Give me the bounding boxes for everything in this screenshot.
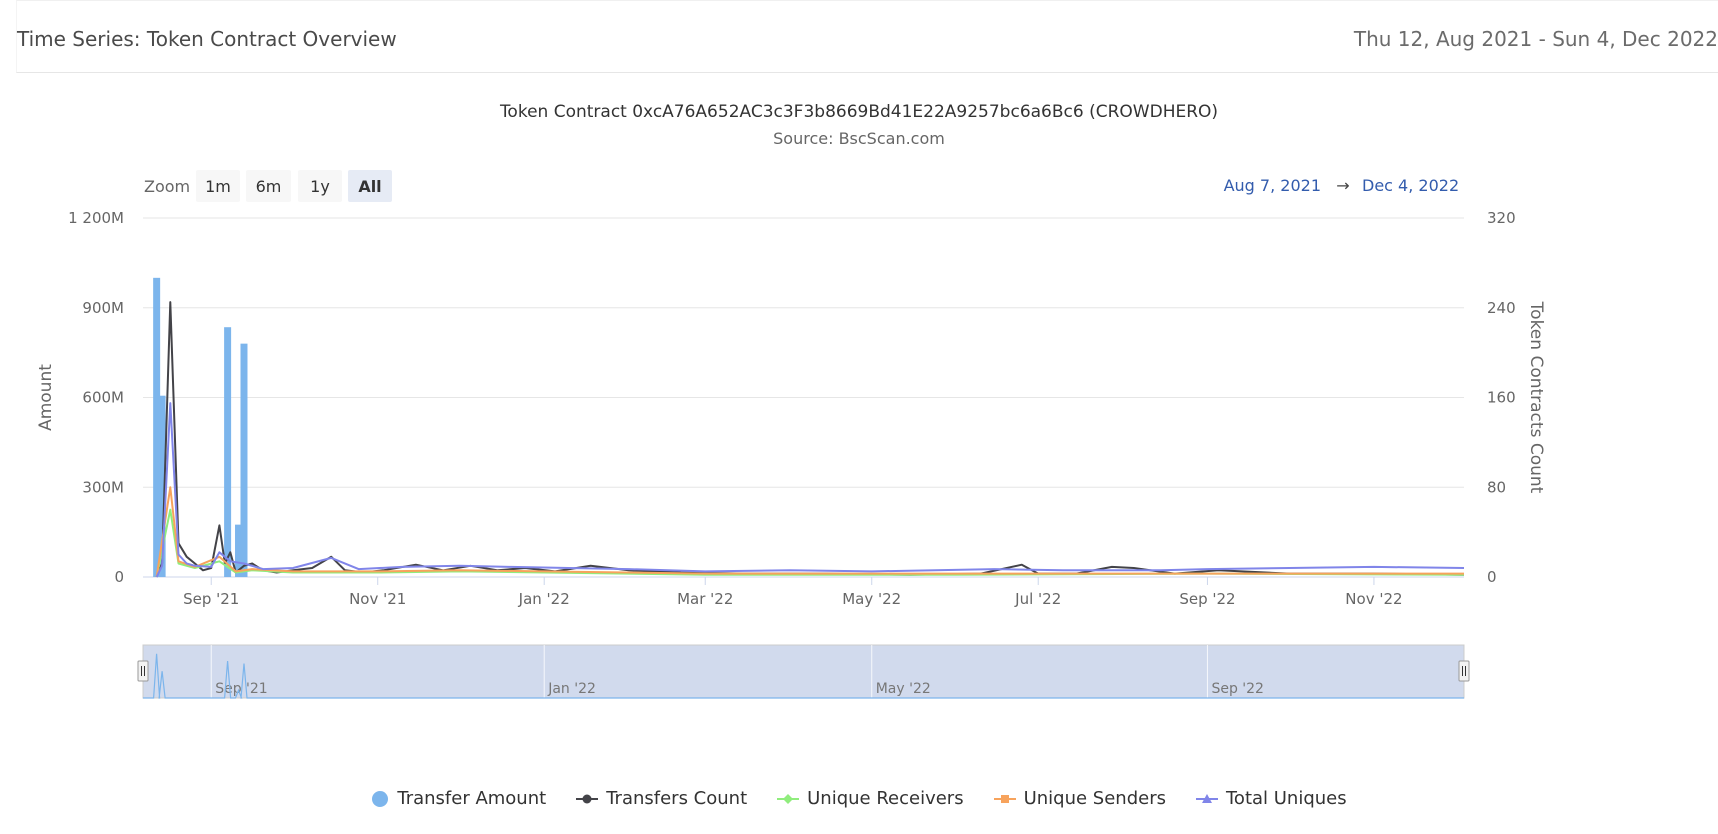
navigator-handle-left[interactable] [137,660,149,682]
legend-label: Transfers Count [606,788,748,809]
navigator-label: Jan '22 [547,681,596,697]
legend-marker-icon [372,790,389,807]
x-tick-label: Jul '22 [1014,590,1061,608]
zoom-button-1y[interactable]: 1y [298,170,342,202]
x-tick-label: Jan '22 [518,590,570,608]
card-header: Time Series: Token Contract Overview Thu… [16,0,1718,73]
legend-label: Unique Senders [1023,788,1166,809]
y-left-axis-title: Amount [36,364,56,431]
y-left-tick-label: 600M [82,389,124,407]
legend-item-transfer-amount[interactable]: Transfer Amount [371,788,546,809]
y-right-tick-label: 0 [1487,568,1497,586]
range-arrow-icon: → [1336,176,1349,195]
bar-transfer-amount [224,327,232,577]
series-line-unique-senders [155,486,1464,578]
series-line-total-uniques [155,402,1465,578]
handle-box[interactable] [137,660,149,682]
x-tick-label: May '22 [842,590,901,608]
navigator-mask[interactable] [142,644,1465,699]
x-tick-label: Nov '22 [1345,590,1402,608]
range-to-input[interactable]: Dec 4, 2022 [1362,176,1459,195]
legend-marker-icon [1196,793,1218,803]
x-tick-label: Sep '22 [1179,590,1235,608]
x-tick-label: Mar '22 [677,590,733,608]
y-left-tick-label: 900M [82,299,124,317]
legend-marker-icon [777,793,800,804]
y-left-tick-label: 0 [114,568,124,586]
zoom-button-All[interactable]: All [348,170,392,202]
zoom-button-label[interactable]: 6m [256,177,282,196]
legend-label: Total Uniques [1226,788,1347,809]
legend-item-total-uniques[interactable]: Total Uniques [1196,788,1347,809]
chart-legend: Transfer Amount Transfers Count Unique Rec… [0,788,1718,818]
navigator-handle-right[interactable] [1458,660,1470,682]
legend-marker-icon [576,794,599,803]
legend-marker-icon [993,794,1016,803]
zoom-button-6m[interactable]: 6m [246,170,291,202]
legend-label: Transfer Amount [397,788,547,809]
chart-title: Token Contract 0xcA76A652AC3c3F3b8669Bd4… [499,102,1218,122]
zoom-button-label[interactable]: All [358,177,381,196]
y-left-tick-label: 1 200M [68,209,124,227]
zoom-button-label[interactable]: 1m [205,177,231,196]
zoom-button-label[interactable]: 1y [310,177,330,196]
header-date-range: Thu 12, Aug 2021 - Sun 4, Dec 2022 [1353,27,1718,51]
y-left-tick-label: 300M [82,478,124,496]
zoom-button-1m[interactable]: 1m [196,170,240,202]
legend-item-unique-receivers[interactable]: Unique Receivers [777,788,964,809]
x-tick-label: Nov '21 [349,590,406,608]
y-right-tick-label: 320 [1487,209,1516,227]
bar-transfer-amount [240,343,248,577]
page-title: Time Series: Token Contract Overview [17,27,397,51]
series-line-transfers-count [155,301,1465,578]
y-right-tick-label: 80 [1487,478,1506,496]
zoom-label: Zoom [144,177,190,196]
y-right-axis-title: Token Contracts Count [1526,301,1546,494]
navigator-label: Sep '22 [1211,681,1264,697]
navigator-label: May '22 [876,681,931,697]
legend-item-transfers-count[interactable]: Transfers Count [576,788,747,809]
handle-box[interactable] [1458,660,1470,682]
range-from-input[interactable]: Aug 7, 2021 [1224,176,1321,195]
legend-item-unique-senders[interactable]: Unique Senders [993,788,1166,809]
chart-subtitle: Source: BscScan.com [773,129,945,148]
y-right-tick-label: 240 [1487,299,1516,317]
y-right-tick-label: 160 [1487,389,1516,407]
legend-label: Unique Receivers [807,788,964,809]
chart: Token Contract 0xcA76A652AC3c3F3b8669Bd4… [36,102,1546,699]
x-tick-label: Sep '21 [183,590,239,608]
